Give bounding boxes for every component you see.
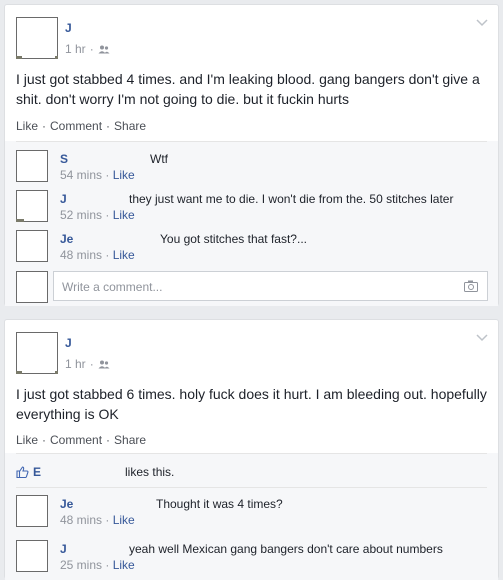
comment-time[interactable]: 48 mins <box>60 513 102 527</box>
avatar[interactable] <box>16 150 48 182</box>
comment: J yeah well Mexican gang bangers don't c… <box>16 539 488 577</box>
like-link[interactable]: Like <box>16 433 38 447</box>
separator: · <box>89 357 94 371</box>
comment-text: Thought it was 4 times? <box>156 497 283 511</box>
comment-like-link[interactable]: Like <box>113 513 135 527</box>
separator: · <box>105 513 110 527</box>
comment-author[interactable]: J <box>60 542 67 556</box>
comment-text: You got stitches that fast?... <box>160 232 307 246</box>
comment: Je You got stitches that fast?... 48 min… <box>16 229 488 267</box>
comment-time[interactable]: 52 mins <box>60 208 102 222</box>
avatar[interactable] <box>16 495 48 527</box>
chevron-down-icon[interactable] <box>476 334 488 342</box>
comment-text: they just want me to die. I won't die fr… <box>129 192 454 206</box>
comment-meta: 48 mins · Like <box>60 248 135 262</box>
write-comment-row: Write a comment... <box>16 271 488 305</box>
comment: Je Thought it was 4 times? 48 mins · Lik… <box>16 494 488 532</box>
likes-summary: E likes this. <box>16 465 174 479</box>
comment-meta: 54 mins · Like <box>60 168 135 182</box>
separator: · <box>106 433 111 447</box>
post-time[interactable]: 1 hr <box>65 42 86 56</box>
comment-meta: 25 mins · Like <box>60 558 135 572</box>
avatar <box>16 271 48 303</box>
comments-section: E likes this. Je Thought it was 4 times?… <box>5 453 498 580</box>
comment-like-link[interactable]: Like <box>113 248 135 262</box>
friends-icon <box>98 45 110 53</box>
post-meta: 1 hr · <box>65 42 110 56</box>
thumbs-up-icon <box>16 466 29 478</box>
friends-icon <box>98 360 110 368</box>
share-link[interactable]: Share <box>114 119 146 133</box>
comment-text: Wtf <box>150 152 168 166</box>
comment-author[interactable]: J <box>60 192 67 206</box>
separator: · <box>42 433 47 447</box>
avatar[interactable] <box>16 332 58 374</box>
comment-like-link[interactable]: Like <box>113 168 135 182</box>
separator: · <box>106 119 111 133</box>
avatar[interactable] <box>16 17 58 59</box>
avatar[interactable] <box>16 540 48 572</box>
comment-time[interactable]: 25 mins <box>60 558 102 572</box>
separator: · <box>105 248 110 262</box>
separator: · <box>105 558 110 572</box>
comment-author[interactable]: Je <box>60 497 73 511</box>
like-link[interactable]: Like <box>16 119 38 133</box>
post-author[interactable]: J <box>65 336 72 350</box>
comment: S Wtf 54 mins · Like <box>16 149 488 187</box>
avatar[interactable] <box>16 190 48 222</box>
camera-icon[interactable] <box>464 280 478 292</box>
share-link[interactable]: Share <box>114 433 146 447</box>
post-card: J 1 hr · I just got stabbed 6 times. hol… <box>4 319 499 580</box>
comment-text: yeah well Mexican gang bangers don't car… <box>129 542 443 556</box>
comment-author[interactable]: S <box>60 152 68 166</box>
comment-meta: 52 mins · Like <box>60 208 135 222</box>
comment-link[interactable]: Comment <box>50 119 102 133</box>
post-text: I just got stabbed 6 times. holy fuck do… <box>16 386 487 422</box>
comment: J they just want me to die. I won't die … <box>16 189 488 227</box>
avatar[interactable] <box>16 230 48 262</box>
post-time[interactable]: 1 hr <box>65 357 86 371</box>
separator: · <box>105 168 110 182</box>
comment-like-link[interactable]: Like <box>113 208 135 222</box>
post-text: I just got stabbed 4 times. and I'm leak… <box>16 71 480 107</box>
post-author[interactable]: J <box>65 21 72 35</box>
post-actions: Like · Comment · Share <box>16 119 146 133</box>
post-actions: Like · Comment · Share <box>16 433 146 447</box>
comment-link[interactable]: Comment <box>50 433 102 447</box>
liker-name[interactable]: E <box>33 465 41 479</box>
comment-input[interactable]: Write a comment... <box>53 271 488 301</box>
separator: · <box>89 42 94 56</box>
comment-time[interactable]: 54 mins <box>60 168 102 182</box>
post-meta: 1 hr · <box>65 357 110 371</box>
separator: · <box>105 208 110 222</box>
comments-section: S Wtf 54 mins · Like J they just want me… <box>5 141 498 306</box>
separator: · <box>42 119 47 133</box>
likes-text: likes this. <box>125 465 175 479</box>
comment-meta: 48 mins · Like <box>60 513 135 527</box>
post-card: J 1 hr · I just got stabbed 4 times. and… <box>4 4 499 306</box>
comment-author[interactable]: Je <box>60 232 73 246</box>
comment-time[interactable]: 48 mins <box>60 248 102 262</box>
comment-like-link[interactable]: Like <box>113 558 135 572</box>
chevron-down-icon[interactable] <box>476 19 488 27</box>
